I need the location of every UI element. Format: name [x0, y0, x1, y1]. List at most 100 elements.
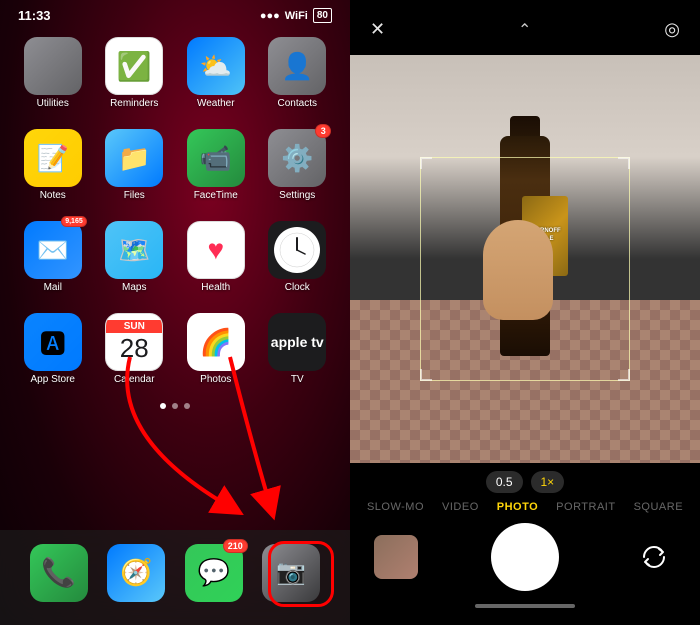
- app-label-appstore: App Store: [31, 374, 75, 385]
- shutter-row: [350, 519, 700, 597]
- camera-mode-bar: SLOW-MO VIDEO PHOTO PORTRAIT SQUARE: [350, 499, 700, 519]
- photos-icon[interactable]: 🌈: [187, 313, 245, 371]
- app-utilities[interactable]: Utilities: [18, 37, 88, 109]
- zoom-1x-button[interactable]: 1×: [531, 471, 565, 493]
- app-label-clock: Clock: [285, 282, 310, 293]
- photos-emoji: 🌈: [200, 327, 232, 358]
- notes-emoji: 📝: [37, 143, 69, 174]
- app-reminders[interactable]: ✅ Reminders: [100, 37, 170, 109]
- app-label-mail: Mail: [44, 282, 62, 293]
- mode-video[interactable]: VIDEO: [442, 501, 479, 513]
- app-calendar[interactable]: SUN 28 Calendar: [100, 313, 170, 385]
- flash-icon[interactable]: ✕: [370, 19, 385, 40]
- mail-emoji: ✉️: [37, 235, 69, 266]
- dot-3: [184, 403, 190, 409]
- focus-corner-tl: [420, 157, 432, 169]
- phone-icon[interactable]: 📞: [30, 544, 88, 602]
- app-grid-row2: 📝 Notes 📁 Files 📹 FaceTime ⚙️ 3 Settings: [0, 119, 350, 211]
- facetime-emoji: 📹: [200, 143, 232, 174]
- chevron-up-icon[interactable]: ⌃: [518, 20, 531, 40]
- mode-slow-mo[interactable]: SLOW-MO: [367, 501, 424, 513]
- contacts-emoji: 👤: [281, 51, 313, 82]
- health-icon[interactable]: ♥: [187, 221, 245, 279]
- thumbnail-image: [374, 535, 418, 579]
- app-maps[interactable]: 🗺️ Maps: [100, 221, 170, 293]
- shutter-button[interactable]: [491, 523, 559, 591]
- maps-icon[interactable]: 🗺️: [105, 221, 163, 279]
- safari-emoji: 🧭: [120, 557, 152, 588]
- mode-portrait[interactable]: PORTRAIT: [556, 501, 615, 513]
- messages-badge: 210: [223, 539, 248, 553]
- app-mail[interactable]: ✉️ 9,165 Mail: [18, 221, 88, 293]
- dock-safari[interactable]: 🧭: [107, 544, 165, 602]
- reminders-icon[interactable]: ✅: [105, 37, 163, 95]
- app-label-files: Files: [124, 190, 145, 201]
- mode-photo[interactable]: PHOTO: [497, 501, 538, 513]
- app-label-facetime: FaceTime: [194, 190, 238, 201]
- app-label-reminders: Reminders: [110, 98, 158, 109]
- app-label-settings: Settings: [279, 190, 315, 201]
- app-label-utilities: Utilities: [37, 98, 69, 109]
- messages-emoji: 💬: [198, 557, 230, 588]
- app-health[interactable]: ♥ Health: [181, 221, 251, 293]
- camera-viewfinder: SMIRNOFF MULE: [350, 55, 700, 463]
- mail-badge: 9,165: [61, 216, 87, 227]
- dock-messages[interactable]: 💬 210: [185, 544, 243, 602]
- app-files[interactable]: 📁 Files: [100, 129, 170, 201]
- app-clock[interactable]: Clock: [263, 221, 333, 293]
- tv-icon[interactable]: apple tv: [268, 313, 326, 371]
- focus-corner-tr: [618, 157, 630, 169]
- notes-icon[interactable]: 📝: [24, 129, 82, 187]
- settings-emoji: ⚙️: [281, 143, 313, 174]
- files-icon[interactable]: 📁: [105, 129, 163, 187]
- zoom-05-button[interactable]: 0.5: [486, 471, 523, 493]
- safari-icon[interactable]: 🧭: [107, 544, 165, 602]
- camera-highlight-box: [268, 541, 334, 607]
- app-label-calendar: Calendar: [114, 374, 155, 385]
- app-photos[interactable]: 🌈 Photos: [181, 313, 251, 385]
- focus-corner-br: [618, 369, 630, 381]
- dock-phone[interactable]: 📞: [30, 544, 88, 602]
- app-notes[interactable]: 📝 Notes: [18, 129, 88, 201]
- status-bar: 11:33 ●●● WiFi 80: [0, 0, 350, 27]
- flip-camera-button[interactable]: [632, 535, 676, 579]
- focus-corner-bl: [420, 369, 432, 381]
- camera-app: ✕ ⌃ ◎ SMIRNOFF MULE: [350, 0, 700, 625]
- app-label-contacts: Contacts: [278, 98, 317, 109]
- wifi-icon: WiFi: [285, 10, 308, 22]
- status-icons: ●●● WiFi 80: [260, 8, 332, 23]
- live-photo-icon[interactable]: ◎: [664, 19, 680, 40]
- utilities-icon[interactable]: [24, 37, 82, 95]
- messages-icon[interactable]: 💬 210: [185, 544, 243, 602]
- app-facetime[interactable]: 📹 FaceTime: [181, 129, 251, 201]
- phone-emoji: 📞: [41, 556, 76, 589]
- app-contacts[interactable]: 👤 Contacts: [263, 37, 333, 109]
- zoom-controls: 0.5 1×: [350, 463, 700, 499]
- app-label-notes: Notes: [40, 190, 66, 201]
- contacts-icon[interactable]: 👤: [268, 37, 326, 95]
- photo-thumbnail[interactable]: [374, 535, 418, 579]
- app-grid-row4: 🅰 App Store SUN 28 Calendar 🌈 Photos app…: [0, 303, 350, 395]
- weather-icon[interactable]: ⛅: [187, 37, 245, 95]
- mode-square[interactable]: SQUARE: [634, 501, 683, 513]
- settings-icon[interactable]: ⚙️ 3: [268, 129, 326, 187]
- app-settings[interactable]: ⚙️ 3 Settings: [263, 129, 333, 201]
- calendar-icon[interactable]: SUN 28: [105, 313, 163, 371]
- facetime-icon[interactable]: 📹: [187, 129, 245, 187]
- camera-bottom-controls: 0.5 1× SLOW-MO VIDEO PHOTO PORTRAIT SQUA…: [350, 463, 700, 625]
- appstore-icon[interactable]: 🅰: [24, 313, 82, 371]
- dot-1: [160, 403, 166, 409]
- maps-emoji: 🗺️: [118, 235, 150, 266]
- clock-icon[interactable]: [268, 221, 326, 279]
- mail-icon[interactable]: ✉️ 9,165: [24, 221, 82, 279]
- app-appstore[interactable]: 🅰 App Store: [18, 313, 88, 385]
- app-weather[interactable]: ⛅ Weather: [181, 37, 251, 109]
- settings-badge: 3: [315, 124, 331, 138]
- battery-icon: 80: [313, 8, 332, 23]
- focus-rectangle: [420, 157, 630, 381]
- app-label-maps: Maps: [122, 282, 146, 293]
- dot-2: [172, 403, 178, 409]
- app-label-health: Health: [201, 282, 230, 293]
- status-time: 11:33: [18, 8, 51, 23]
- app-tv[interactable]: apple tv TV: [263, 313, 333, 385]
